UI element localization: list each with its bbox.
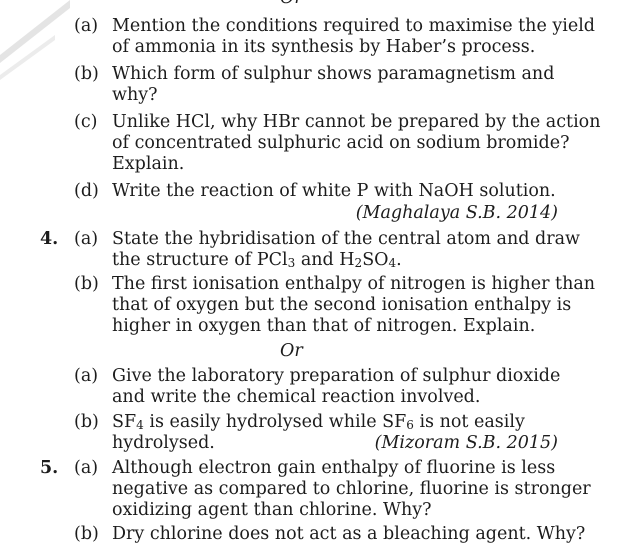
q4-a-line-2: the structure of PCl3 and H2SO4. (112, 250, 402, 270)
q5-b-line-1: Dry chlorine does not act as a bleaching… (112, 524, 586, 544)
q3-c-label: (c) (74, 112, 98, 132)
q5-a-label: (a) (74, 458, 99, 478)
q4-or-b-label: (b) (74, 412, 99, 432)
q4-a-label: (a) (74, 229, 99, 249)
q3-c-line-2: of concentrated sulphuric acid on sodium… (112, 133, 570, 153)
q5-b-label: (b) (74, 524, 99, 544)
corner-decoration (0, 0, 70, 80)
q3-source: (Maghalaya S.B. 2014) (355, 203, 558, 223)
q4-b-line-3: higher in oxygen than that of nitrogen. … (112, 316, 536, 336)
q5-a-line-3: oxidizing agent than chlorine. Why? (112, 500, 432, 520)
q5-a-line-1: Although electron gain enthalpy of fluor… (112, 458, 556, 478)
q4-a-line-1: State the hybridisation of the central a… (112, 229, 580, 249)
q3-d-line-1: Write the reaction of white P with NaOH … (112, 181, 556, 201)
q3-b-label: (b) (74, 64, 99, 84)
q4-or-b-line-2: hydrolysed. (112, 433, 215, 453)
q4-b-label: (b) (74, 274, 99, 294)
top-or-label: Or (280, 0, 303, 8)
q3-b-line-1: Which form of sulphur shows paramagnetis… (112, 64, 555, 84)
q3-c-line-1: Unlike HCl, why HBr cannot be prepared b… (112, 112, 601, 132)
q3-d-label: (d) (74, 181, 99, 201)
q4-b-line-1: The first ionisation enthalpy of nitroge… (112, 274, 596, 294)
q4-or-b-line-1: SF4 is easily hydrolysed while SF6 is no… (112, 412, 525, 432)
q3-a-label: (a) (74, 16, 99, 36)
q4-or-a-label: (a) (74, 366, 99, 386)
q4-b-line-2: that of oxygen but the second ionisation… (112, 295, 572, 315)
q4-source: (Mizoram S.B. 2015) (374, 433, 558, 453)
q4-or-a-line-2: and write the chemical reaction involved… (112, 387, 481, 407)
q3-c-line-3: Explain. (112, 154, 185, 174)
q4-or-label: Or (280, 341, 303, 361)
q3-a-line-2: of ammonia in its synthesis by Haber’s p… (112, 37, 536, 57)
q3-b-line-2: why? (112, 85, 158, 105)
q5-a-line-2: negative as compared to chlorine, fluori… (112, 479, 591, 499)
q4-number: 4. (40, 229, 59, 249)
q4-or-a-line-1: Give the laboratory preparation of sulph… (112, 366, 561, 386)
q3-a-line-1: Mention the conditions required to maxim… (112, 16, 596, 36)
q5-number: 5. (40, 458, 59, 478)
